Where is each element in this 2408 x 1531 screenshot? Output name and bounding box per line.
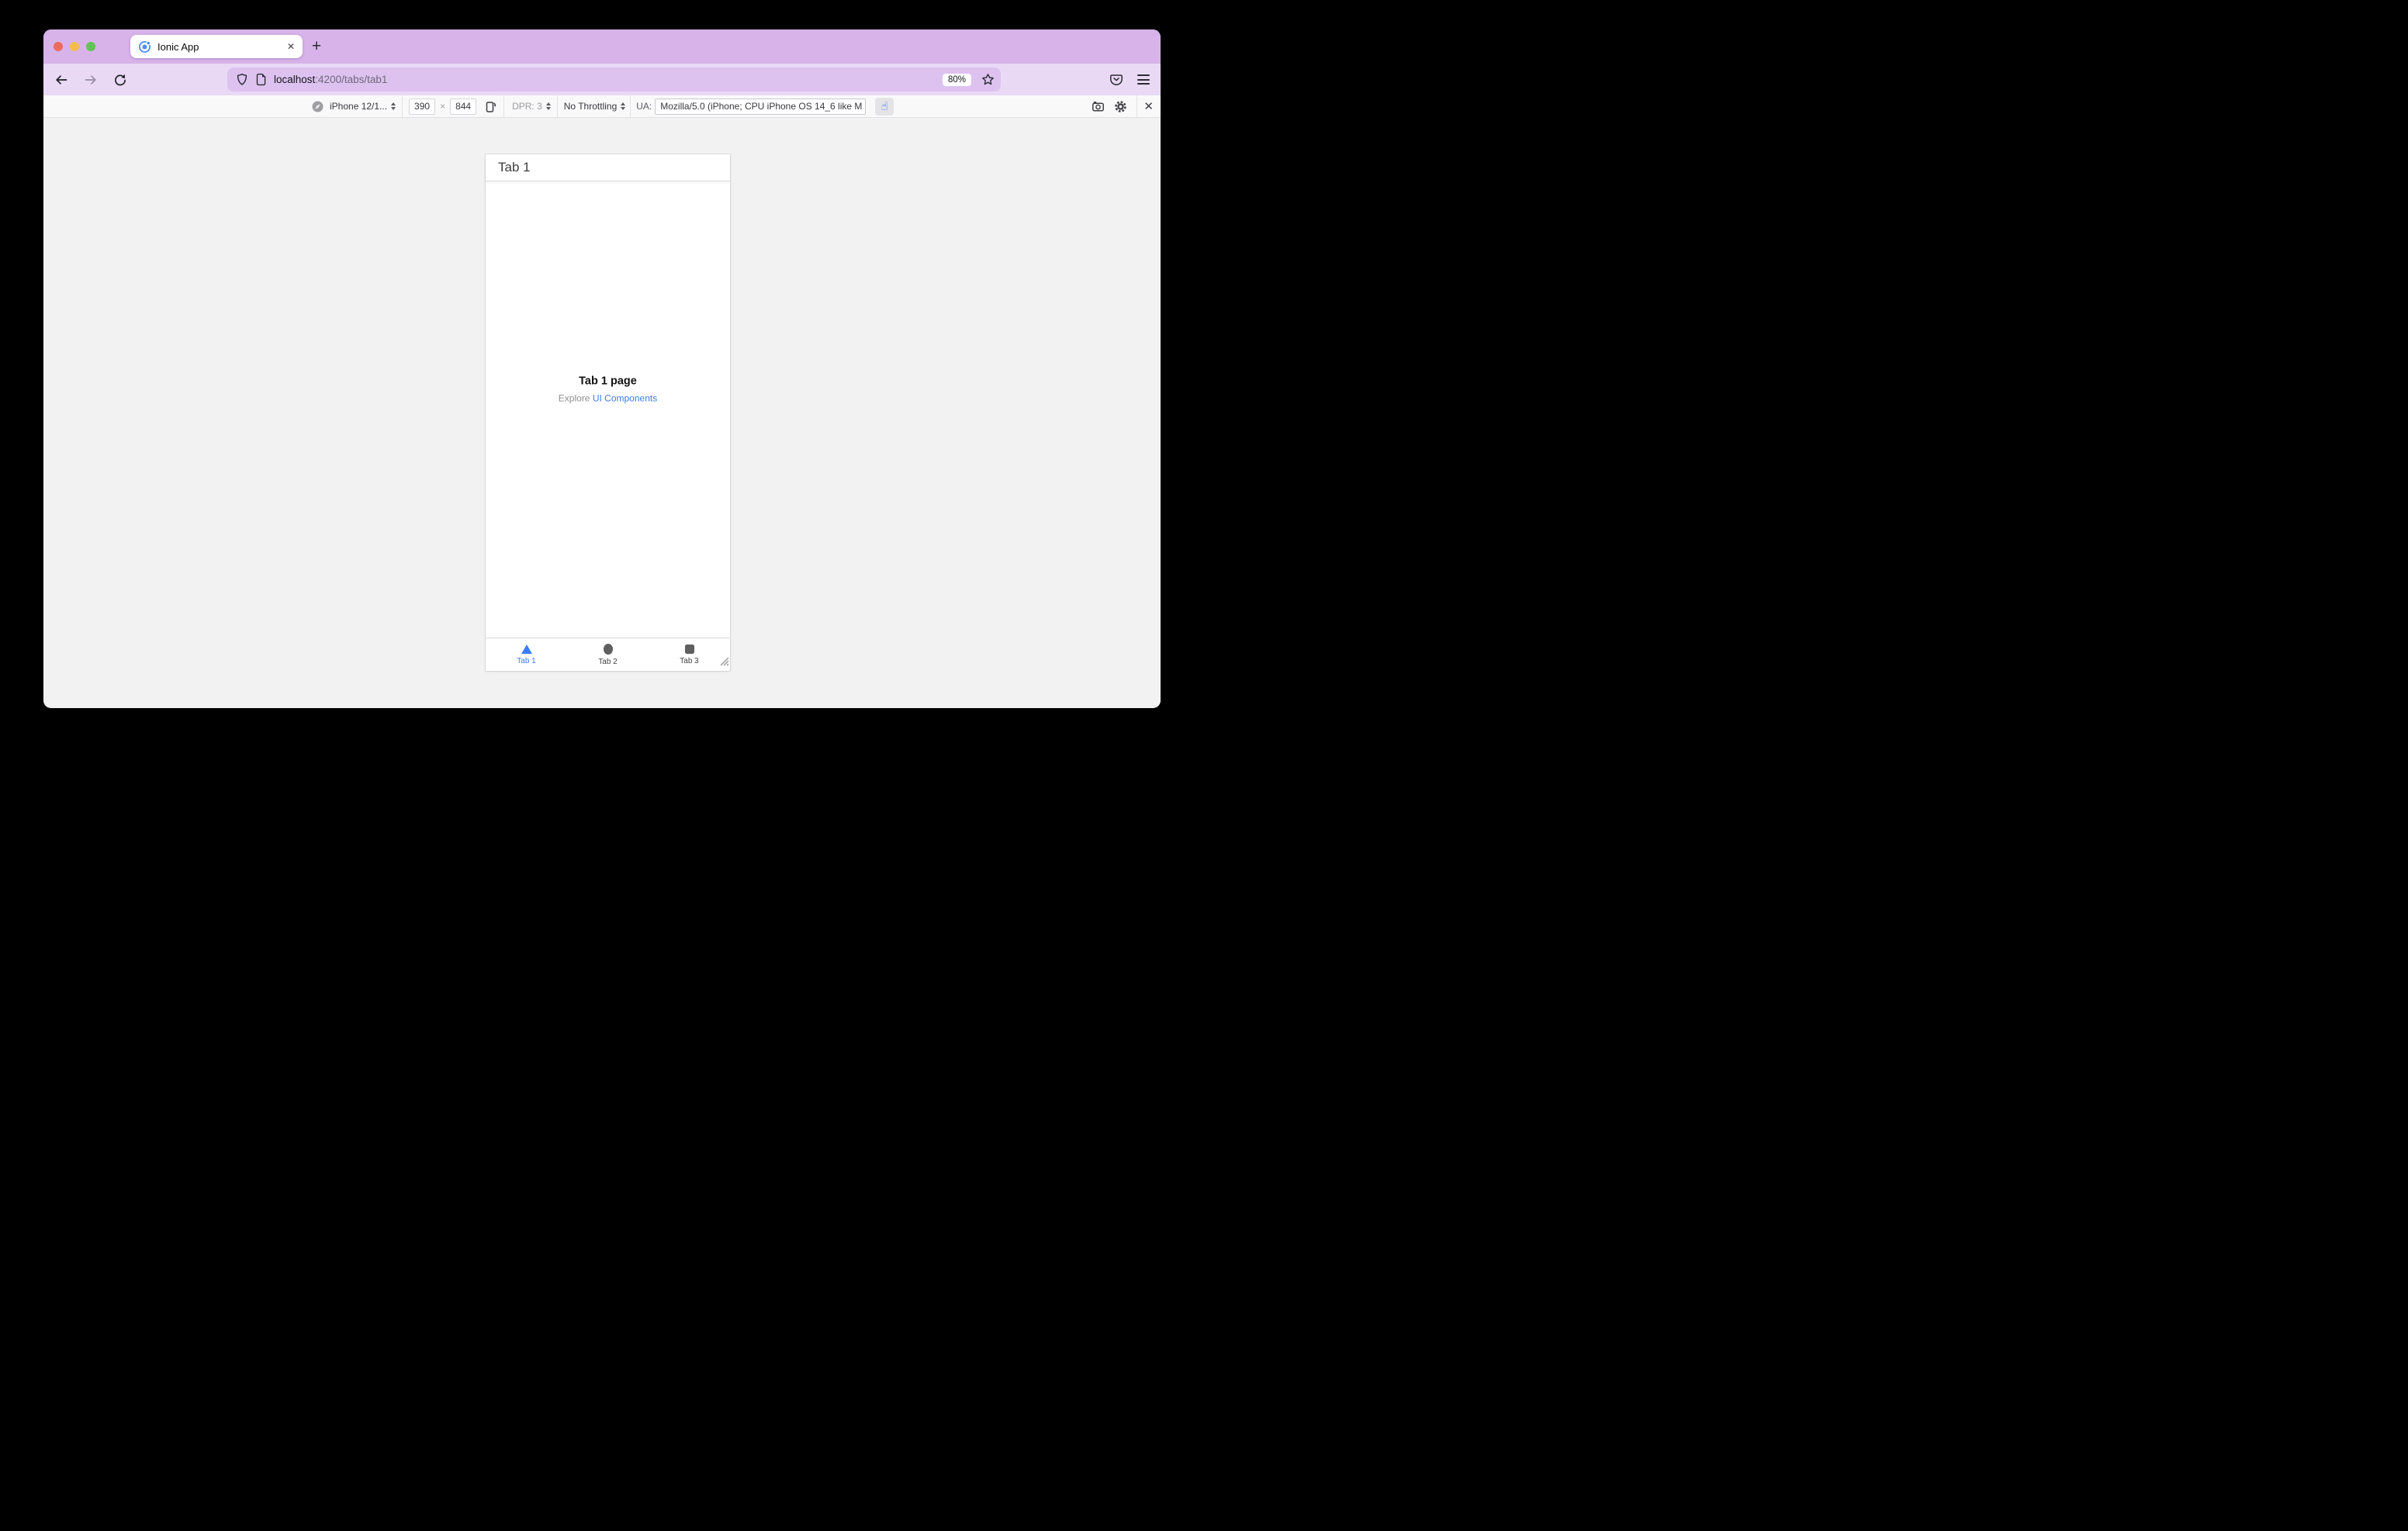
pocket-icon[interactable] — [1106, 70, 1126, 89]
throttling-selector[interactable]: No Throttling — [564, 101, 617, 112]
url-bar[interactable]: localhost:4200/tabs/tab1 80% — [227, 67, 1001, 92]
page-subtitle: Explore UI Components — [558, 392, 658, 404]
rdm-toolbar: iPhone 12/1... 390 × 844 DPR: 3 No Throt… — [43, 95, 1161, 118]
rdm-settings-gear-icon[interactable] — [1111, 97, 1130, 116]
page-info-icon[interactable] — [255, 73, 267, 86]
close-window-button[interactable] — [54, 42, 63, 51]
zoom-level-badge[interactable]: 80% — [942, 73, 971, 86]
viewport-resize-handle-icon[interactable] — [718, 655, 729, 670]
device-viewport: Tab 1 Tab 1 page Explore UI Components T… — [486, 154, 730, 671]
tab-strip: Ionic App ✕ + — [43, 29, 1161, 64]
app-header-title: Tab 1 — [498, 160, 531, 175]
reload-icon[interactable] — [110, 70, 130, 89]
square-icon — [684, 644, 694, 654]
tab-close-icon[interactable]: ✕ — [287, 41, 295, 52]
dpr-selector[interactable]: DPR: 3 — [512, 101, 542, 112]
triangle-icon — [521, 644, 532, 654]
tab-title: Ionic App — [157, 40, 199, 53]
app-header: Tab 1 — [486, 154, 730, 181]
ui-components-link[interactable]: UI Components — [593, 392, 657, 403]
screenshot-camera-icon[interactable] — [1088, 97, 1108, 116]
page-title: Tab 1 page — [579, 375, 637, 388]
maximize-window-button[interactable] — [86, 42, 95, 51]
forward-icon[interactable] — [81, 70, 100, 89]
navigation-toolbar: localhost:4200/tabs/tab1 80% — [43, 64, 1161, 95]
back-icon[interactable] — [51, 70, 71, 89]
user-agent-input[interactable]: Mozilla/5.0 (iPhone; CPU iPhone OS 14_6 … — [655, 98, 867, 115]
browser-tab[interactable]: Ionic App ✕ — [130, 35, 303, 58]
url-text: localhost:4200/tabs/tab1 — [274, 74, 388, 85]
shield-icon[interactable] — [236, 73, 248, 86]
new-tab-button[interactable]: + — [306, 36, 327, 57]
app-tab-1[interactable]: Tab 1 — [486, 638, 567, 671]
app-tab-2[interactable]: Tab 2 — [567, 638, 649, 671]
viewport-width-input[interactable]: 390 — [409, 98, 436, 115]
rotate-viewport-icon[interactable] — [484, 100, 497, 113]
dimensions-times-label: × — [440, 101, 446, 112]
minimize-window-button[interactable] — [70, 42, 79, 51]
rdm-content-area: Tab 1 Tab 1 page Explore UI Components T… — [43, 118, 1161, 707]
device-selector-stepper-icon[interactable] — [391, 102, 396, 110]
browser-window: Ionic App ✕ + localhost:4200/tabs/tab1 8… — [43, 29, 1161, 708]
ua-label: UA: — [636, 101, 652, 112]
bookmark-star-icon[interactable] — [981, 73, 995, 86]
device-selector[interactable]: iPhone 12/1... — [330, 101, 387, 112]
touch-simulation-icon[interactable]: ☝ — [875, 97, 894, 116]
app-tab-bar: Tab 1 Tab 2 Tab 3 — [486, 638, 730, 671]
throttling-stepper-icon[interactable] — [621, 102, 626, 110]
dpr-stepper-icon[interactable] — [545, 102, 551, 110]
menu-icon[interactable] — [1137, 74, 1150, 85]
ellipse-icon — [603, 643, 613, 655]
ionic-favicon-icon — [138, 40, 151, 54]
app-page-body: Tab 1 page Explore UI Components — [486, 181, 730, 638]
rdm-close-icon[interactable]: ✕ — [1143, 99, 1154, 113]
viewport-height-input[interactable]: 844 — [450, 98, 477, 115]
browser-compass-icon — [312, 101, 323, 112]
